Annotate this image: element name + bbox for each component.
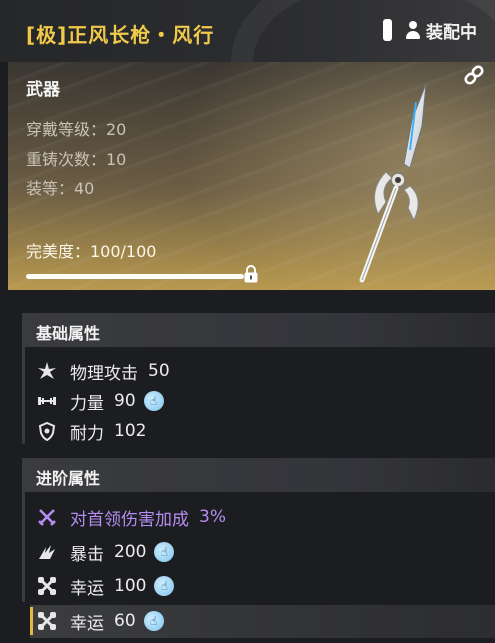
thumbs-up-icon[interactable]: ☝	[143, 611, 164, 631]
attr-row-critical: 暴击 200 ☝	[36, 537, 175, 567]
person-icon	[406, 21, 420, 39]
attr-name: 暴击	[70, 544, 104, 565]
dumbbell-icon	[36, 390, 58, 412]
perfection-text: 完美度：100/100	[26, 242, 157, 261]
clover-icon	[36, 575, 58, 597]
lock-icon[interactable]	[243, 265, 259, 283]
reforge-count: 重铸次数：10	[26, 150, 127, 169]
shield-icon	[36, 420, 58, 442]
attr-name: 耐力	[70, 423, 104, 444]
attr-name: 力量	[70, 393, 104, 414]
perfection-bar	[26, 274, 244, 279]
advanced-attributes-title: 进阶属性	[36, 469, 101, 488]
wear-level: 穿戴等级：20	[26, 120, 127, 139]
section-divider	[22, 347, 25, 444]
thumbs-up-icon[interactable]: ☝	[154, 542, 175, 562]
attr-name: 幸运	[70, 613, 104, 634]
attr-value: 200	[114, 542, 147, 562]
attr-row-luck-2[interactable]: 幸运 60 ☝	[36, 606, 164, 636]
attr-value: 50	[148, 361, 170, 381]
link-icon[interactable]	[463, 64, 485, 86]
crossed-swords-icon	[36, 506, 58, 528]
clover-icon	[36, 610, 58, 632]
attr-value: 3%	[199, 507, 226, 527]
attr-value: 102	[114, 421, 147, 441]
gear-score: 装等：40	[26, 179, 95, 198]
attr-value: 60	[114, 611, 136, 631]
spear-icon	[359, 83, 427, 283]
section-divider	[22, 492, 25, 602]
equip-flag-icon	[383, 19, 392, 41]
attr-row-luck: 幸运 100 ☝	[36, 571, 175, 601]
attr-value: 90	[114, 391, 136, 411]
item-header: [极]正风长枪・风行 装配中	[0, 0, 495, 62]
attr-value: 100	[114, 576, 147, 596]
thumbs-up-icon[interactable]: ☝	[154, 576, 175, 596]
item-type: 武器	[26, 80, 60, 100]
equip-status-label: 装配中	[426, 22, 477, 43]
item-title: [极]正风长枪・风行	[26, 23, 215, 47]
advanced-attributes-header: 进阶属性	[22, 458, 495, 492]
thumbs-up-icon[interactable]: ☝	[143, 391, 164, 411]
attr-row-stamina: 耐力 102	[36, 416, 146, 446]
attack-burst-icon	[36, 360, 58, 382]
basic-attributes-title: 基础属性	[36, 324, 101, 343]
basic-attributes-header: 基础属性	[22, 313, 495, 347]
attr-name: 物理攻击	[70, 363, 138, 384]
attr-name: 对首领伤害加成	[70, 509, 189, 530]
crit-claw-icon	[36, 541, 58, 563]
attr-row-boss-damage: 对首领伤害加成 3%	[36, 502, 226, 532]
attr-row-physical-attack: 物理攻击 50	[36, 356, 170, 386]
equip-status-badge[interactable]: 装配中	[383, 18, 477, 43]
selection-indicator	[30, 607, 33, 635]
attr-row-strength: 力量 90 ☝	[36, 386, 164, 416]
attr-name: 幸运	[70, 578, 104, 599]
weapon-info-panel: 武器 穿戴等级：20 重铸次数：10 装等：40 完美度：100/100	[8, 62, 495, 290]
